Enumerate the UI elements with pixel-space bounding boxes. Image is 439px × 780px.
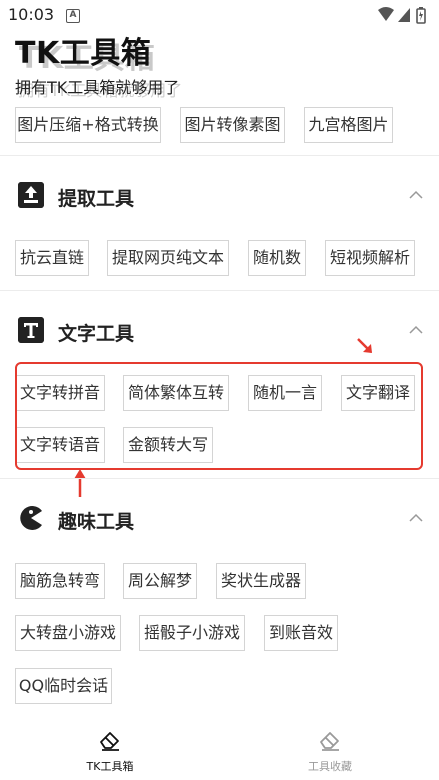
nav-label-toolbox: TK工具箱 <box>86 760 134 773</box>
nav-tab-favorites[interactable]: 工具收藏 <box>220 718 439 780</box>
upload-box-icon <box>18 182 44 208</box>
arrow-up-icon <box>74 469 86 497</box>
pacman-icon <box>20 506 42 530</box>
app-title: TK工具箱 <box>15 36 152 71</box>
highlight-box <box>15 362 423 470</box>
nav-label-favorites: 工具收藏 <box>308 760 352 773</box>
bottom-nav: TK工具箱 工具收藏 <box>0 718 439 780</box>
chevron-up-icon[interactable] <box>409 323 423 337</box>
app-subtitle: 拥有TK工具箱就够用了 <box>15 78 180 97</box>
divider <box>0 290 439 291</box>
section-title-extract: 提取工具 <box>58 188 135 210</box>
tool-extract-webtext[interactable]: 提取网页纯文本 <box>107 240 229 276</box>
tool-big-wheel[interactable]: 大转盘小游戏 <box>15 615 121 651</box>
arrow-down-right-icon <box>357 338 372 353</box>
notification-icon: A <box>66 9 80 23</box>
tool-image-pixel[interactable]: 图片转像素图 <box>180 107 285 143</box>
divider <box>0 155 439 156</box>
chevron-up-icon[interactable] <box>409 188 423 202</box>
tool-dice-game[interactable]: 摇骰子小游戏 <box>139 615 245 651</box>
tool-nine-grid[interactable]: 九宫格图片 <box>304 107 393 143</box>
status-bar: 10:03 A <box>0 0 439 30</box>
eraser-icon <box>100 732 119 751</box>
tool-dream-interpret[interactable]: 周公解梦 <box>123 563 197 599</box>
tool-brain-teaser[interactable]: 脑筋急转弯 <box>15 563 105 599</box>
tool-kangyun-link[interactable]: 抗云直链 <box>15 240 89 276</box>
eraser-icon <box>320 732 339 751</box>
tool-random-number[interactable]: 随机数 <box>248 240 306 276</box>
chevron-up-icon[interactable] <box>409 511 423 525</box>
divider <box>0 478 439 479</box>
status-time: 10:03 <box>8 5 55 24</box>
text-t-icon <box>18 317 44 343</box>
section-title-text: 文字工具 <box>58 323 135 345</box>
section-title-fun: 趣味工具 <box>58 511 135 533</box>
wifi-battery-icon <box>378 7 426 24</box>
tool-qq-chat[interactable]: QQ临时会话 <box>15 668 112 704</box>
tool-payment-sound[interactable]: 到账音效 <box>264 615 338 651</box>
nav-tab-toolbox[interactable]: TK工具箱 <box>0 718 220 780</box>
tool-image-compress[interactable]: 图片压缩+格式转换 <box>15 107 161 143</box>
tool-short-video[interactable]: 短视频解析 <box>325 240 415 276</box>
tool-certificate-gen[interactable]: 奖状生成器 <box>216 563 306 599</box>
